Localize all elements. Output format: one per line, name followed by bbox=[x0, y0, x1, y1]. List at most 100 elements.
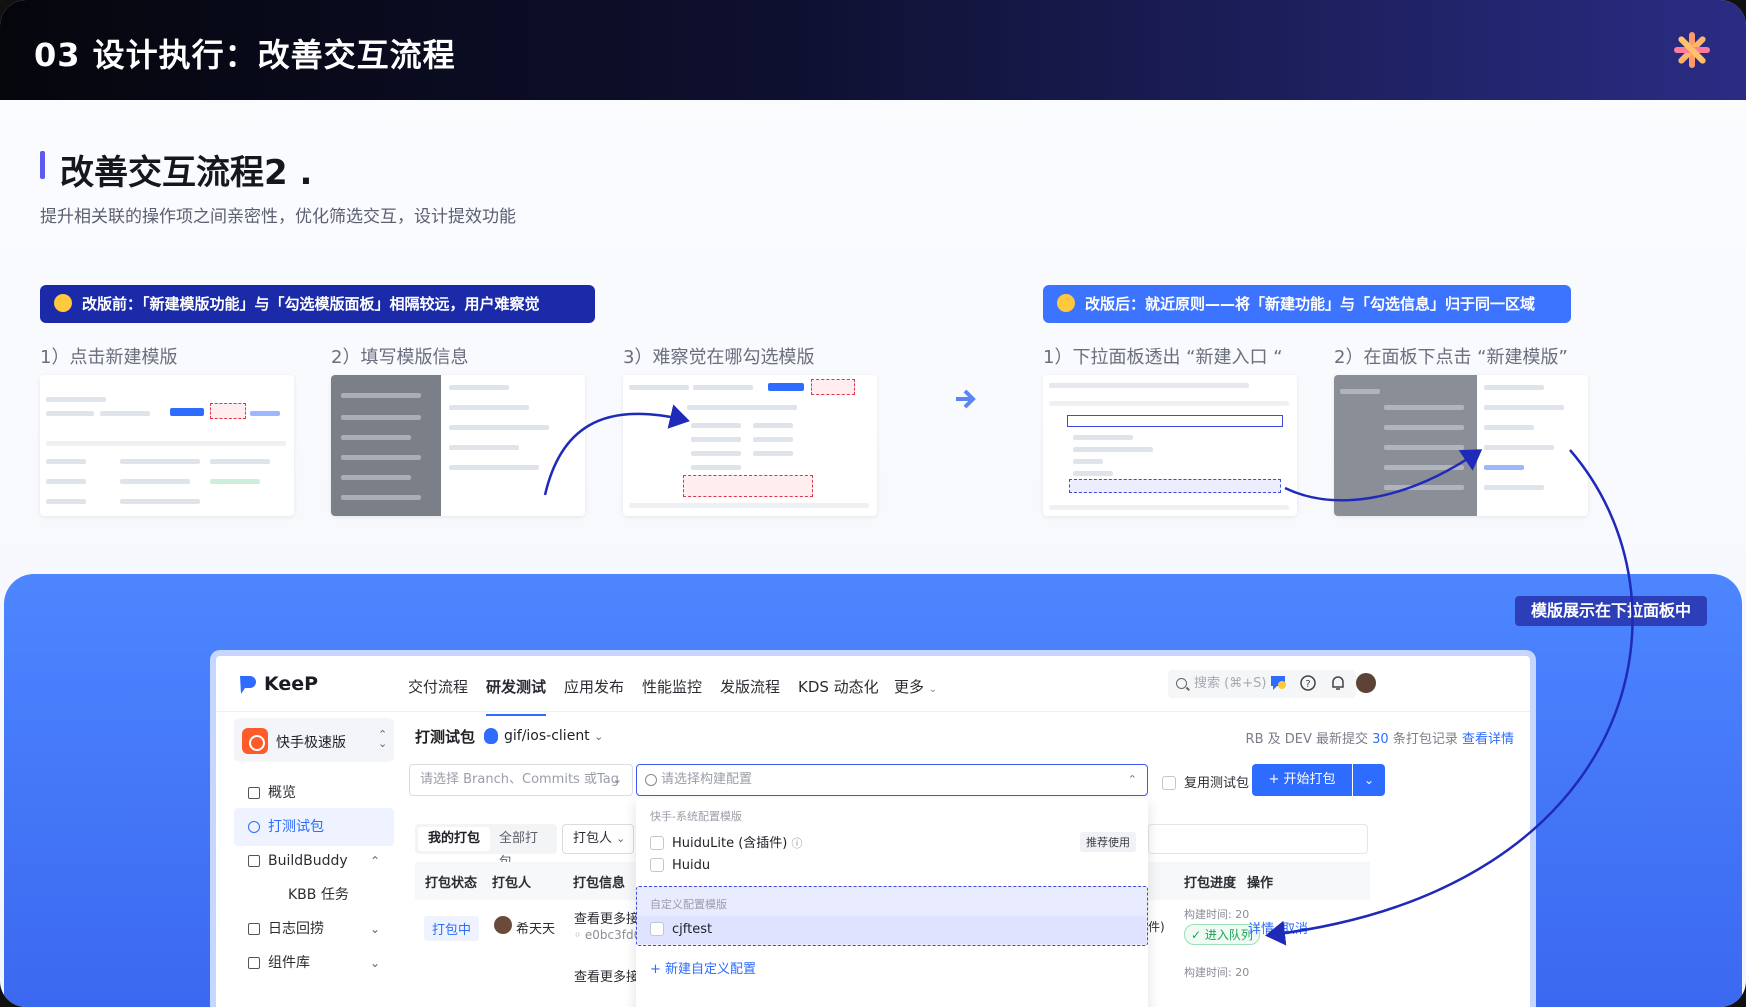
view-detail-link[interactable]: 查看详情 bbox=[1462, 732, 1514, 747]
frown-emoji-icon bbox=[54, 293, 72, 312]
after-banner-prefix: 改版后： bbox=[1085, 295, 1146, 313]
sort-icon: ⌃ ⌄ bbox=[378, 728, 388, 750]
dropdown-item-cjftest[interactable]: cjftest bbox=[650, 921, 713, 937]
rb-info-suffix: 条打包记录 bbox=[1392, 732, 1458, 747]
start-package-button[interactable]: + 开始打包 bbox=[1252, 764, 1352, 796]
config-select[interactable]: 请选择构建配置 ⌃ bbox=[636, 764, 1148, 796]
commit-hash: ◦ e0bc3fd0 bbox=[574, 928, 642, 942]
slide: 03 设计执行：改善交互流程 改善交互流程2 . 提升相关联的操作项之间亲密性，… bbox=[0, 0, 1746, 1007]
detail-link[interactable]: 详情 bbox=[1248, 918, 1274, 937]
header-bar: 03 设计执行：改善交互流程 bbox=[0, 0, 1746, 100]
sidebar-item-buildbuddy[interactable]: BuildBuddy ⌃ bbox=[234, 842, 394, 880]
sidebar-item-label: 组件库 bbox=[268, 955, 310, 971]
start-menu-button[interactable]: ⌄ bbox=[1353, 764, 1385, 796]
sidebar-item-label: BuildBuddy bbox=[268, 853, 348, 869]
bell-icon[interactable] bbox=[1328, 673, 1348, 693]
dropdown-item-label: cjftest bbox=[672, 922, 713, 937]
custom-template-row-highlight bbox=[638, 916, 1146, 944]
nav-item-dev-test[interactable]: 研发测试 bbox=[486, 676, 547, 716]
nav-more-label: 更多 bbox=[894, 678, 925, 696]
new-custom-config-link[interactable]: + 新建自定义配置 bbox=[650, 958, 756, 977]
chevron-down-icon: ⌄ bbox=[1363, 773, 1375, 787]
nav-item-version-flow[interactable]: 发版流程 bbox=[720, 676, 780, 697]
rb-info-prefix: RB 及 DEV 最新提交 bbox=[1245, 732, 1368, 747]
nav-item-kds[interactable]: KDS 动态化 bbox=[798, 676, 879, 697]
chevron-up-icon: ⌃ bbox=[1127, 773, 1137, 786]
nav-item-more[interactable]: 更多 ⌄ bbox=[894, 676, 937, 697]
avatar bbox=[494, 916, 512, 934]
nav-item-perf[interactable]: 性能监控 bbox=[642, 676, 702, 697]
packer-filter-label: 打包人 bbox=[573, 831, 613, 846]
filter-input[interactable] bbox=[1148, 824, 1368, 854]
checkbox[interactable] bbox=[1162, 775, 1176, 790]
search-icon bbox=[1176, 678, 1187, 689]
sidebar-item-overview[interactable]: 概览 bbox=[234, 774, 394, 812]
nav-item-delivery[interactable]: 交付流程 bbox=[408, 676, 468, 697]
checkbox[interactable] bbox=[650, 921, 664, 936]
after-banner-text: 就近原则——将「新建功能」与「勾选信息」归于同一区域 bbox=[1145, 295, 1536, 313]
checkbox[interactable] bbox=[650, 857, 664, 872]
info-icon: ⓘ bbox=[791, 837, 803, 850]
packer-filter[interactable]: 打包人 ⌄ bbox=[562, 824, 634, 854]
th-info: 打包信息 bbox=[573, 876, 626, 891]
package-icon bbox=[248, 821, 260, 833]
before-banner-prefix: 改版前： bbox=[82, 295, 143, 313]
sidebar-item-log[interactable]: 日志回捞 ⌄ bbox=[234, 910, 394, 948]
dropdown-item-label: Huidu bbox=[672, 858, 711, 873]
app-selector[interactable]: 快手极速版 ⌃ ⌄ bbox=[234, 718, 394, 762]
dropdown-item-huidu[interactable]: Huidu bbox=[650, 857, 711, 873]
help-icon[interactable]: ? bbox=[1298, 673, 1318, 693]
thumbnail-after-2 bbox=[1334, 375, 1588, 516]
sidebar-item-test-package[interactable]: 打测试包 bbox=[234, 808, 394, 846]
before-banner: 改版前：「新建模版功能」与「勾选模版面板」相隔较远，用户难察觉 bbox=[40, 285, 595, 323]
repo-selector[interactable]: gif/ios-client ⌄ bbox=[504, 728, 603, 744]
thumbnail-before-3 bbox=[623, 375, 877, 516]
avatar[interactable] bbox=[1356, 673, 1376, 693]
chevron-up-icon: ⌃ bbox=[369, 854, 380, 868]
before-step-2: 2）填写模版信息 bbox=[331, 347, 469, 368]
top-nav: KeeP 交付流程 研发测试 应用发布 性能监控 发版流程 KDS 动态化 更多… bbox=[216, 656, 1530, 716]
search-placeholder: 搜索 (⌘+S) bbox=[1194, 676, 1267, 691]
config-dropdown: 快手-系统配置模版 HuiduLite (含插件) ⓘ 推荐使用 Huidu 自… bbox=[636, 798, 1148, 1007]
th-actions: 操作 bbox=[1247, 876, 1274, 891]
dropdown-item-huidulite[interactable]: HuiduLite (含插件) ⓘ bbox=[650, 832, 802, 851]
kuaishou-app-icon bbox=[242, 728, 268, 754]
main-content: 打测试包 gif/ios-client ⌄ RB 及 DEV 最新提交 30 条… bbox=[402, 712, 1530, 1007]
sidebar-item-label: KBB 任务 bbox=[288, 887, 349, 903]
arrow-right-icon bbox=[956, 389, 976, 409]
config-placeholder: 请选择构建配置 bbox=[661, 772, 753, 787]
thumbnail-before-1 bbox=[40, 375, 294, 516]
calendar-icon bbox=[248, 855, 260, 867]
reuse-label: 复用测试包 bbox=[1184, 776, 1250, 791]
sidebar-item-kbb[interactable]: KBB 任务 bbox=[234, 876, 394, 914]
page-title: 打测试包 bbox=[415, 728, 476, 746]
section-title: 改善交互流程2 . bbox=[40, 145, 312, 194]
th-progress: 打包进度 bbox=[1184, 876, 1237, 891]
tip-label: 模版展示在下拉面板中 bbox=[1515, 596, 1708, 626]
plugin-text: 件) bbox=[1148, 920, 1165, 934]
keep-logo-icon bbox=[240, 676, 256, 694]
build-time-2: 构建时间: 20 bbox=[1184, 966, 1250, 979]
chevron-down-icon: ⌄ bbox=[369, 956, 380, 970]
package-tabs: 我的打包 全部打包 bbox=[415, 824, 557, 870]
tab-my-packages[interactable]: 我的打包 bbox=[418, 827, 491, 851]
svg-text:?: ? bbox=[1305, 679, 1310, 690]
recommend-badge: 推荐使用 bbox=[1080, 832, 1136, 852]
logo-text: KeeP bbox=[264, 673, 319, 695]
rb-info: RB 及 DEV 最新提交 30 条打包记录 查看详情 bbox=[1246, 728, 1514, 747]
cancel-link[interactable]: 取消 bbox=[1282, 918, 1308, 937]
checkbox[interactable] bbox=[650, 835, 664, 850]
chevron-down-icon: ⌄ bbox=[612, 773, 622, 786]
queue-tag-label: 进入队列 bbox=[1204, 928, 1253, 942]
dropdown-item-label: HuiduLite (含插件) bbox=[672, 836, 788, 851]
nav-item-release[interactable]: 应用发布 bbox=[564, 676, 624, 697]
branch-select[interactable]: 请选择 Branch、Commits 或Tag ⌄ bbox=[409, 764, 633, 796]
th-packer: 打包人 bbox=[492, 876, 532, 891]
reuse-checkbox[interactable]: 复用测试包 bbox=[1162, 772, 1249, 791]
chat-icon[interactable] bbox=[1268, 673, 1288, 693]
chevron-down-icon: ⌄ bbox=[594, 730, 604, 743]
sidebar-item-components[interactable]: 组件库 ⌄ bbox=[234, 944, 394, 982]
tab-all-packages[interactable]: 全部打包 bbox=[489, 827, 557, 870]
sidebar-item-label: 打测试包 bbox=[268, 819, 324, 835]
th-status: 打包状态 bbox=[425, 876, 478, 891]
